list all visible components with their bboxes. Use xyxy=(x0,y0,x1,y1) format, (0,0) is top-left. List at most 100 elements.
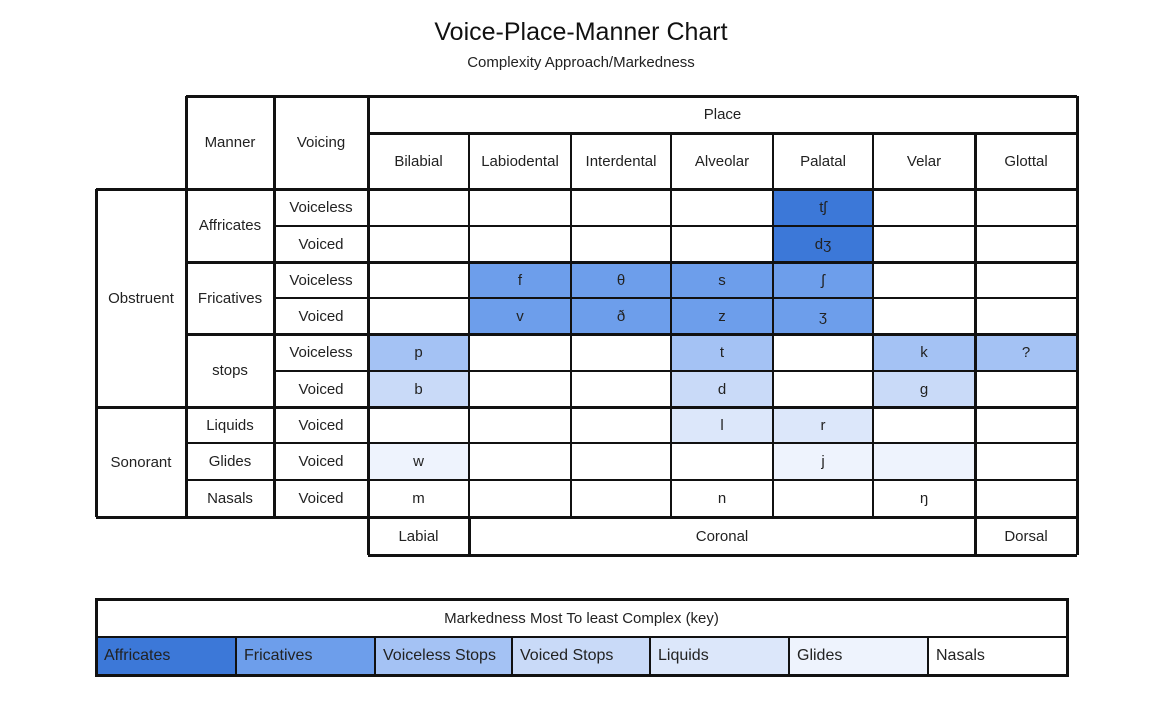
key-grid-line xyxy=(94,673,1069,677)
empty-cell xyxy=(368,226,469,262)
empty-cell xyxy=(368,407,469,443)
grid-line xyxy=(96,405,1077,409)
place-column-header: Labiodental xyxy=(481,152,559,170)
grid-line xyxy=(96,187,1077,191)
place-header: Place xyxy=(703,106,742,123)
key-item: Voiceless Stops xyxy=(375,637,512,675)
empty-cell xyxy=(873,407,975,443)
grid-line xyxy=(274,297,1077,299)
chart-title: Voice-Place-Manner Chart xyxy=(434,18,728,46)
empty-cell xyxy=(571,480,671,517)
phoneme-cell: t xyxy=(671,334,773,371)
empty-cell xyxy=(571,226,671,262)
phoneme-cell: θ xyxy=(571,262,671,298)
key-grid-line xyxy=(649,637,651,675)
key-grid-line xyxy=(511,637,513,675)
grid-line xyxy=(186,260,1077,264)
place-column-header: Velar xyxy=(906,152,942,170)
key-grid-line xyxy=(927,637,929,675)
empty-cell xyxy=(975,262,1077,298)
phoneme-cell: ʃ xyxy=(773,262,873,298)
empty-cell xyxy=(873,262,975,298)
grid-line xyxy=(186,442,1077,444)
key-title: Markedness Most To least Complex (key) xyxy=(444,609,719,627)
key-item: Voiced Stops xyxy=(512,637,650,675)
manner-label: Nasals xyxy=(207,490,253,507)
grid-line xyxy=(973,133,977,517)
manner-label: stops xyxy=(212,362,248,379)
grid-line xyxy=(186,94,1077,98)
place-column-header: Palatal xyxy=(800,152,846,170)
phoneme-cell: r xyxy=(773,407,873,443)
phoneme-cell: p xyxy=(368,334,469,371)
grid-line xyxy=(186,479,1077,481)
grid-line xyxy=(184,96,188,517)
empty-cell xyxy=(873,298,975,334)
phoneme-cell: d xyxy=(671,371,773,407)
empty-cell xyxy=(469,371,571,407)
empty-cell xyxy=(469,443,571,480)
grid-line xyxy=(272,96,276,517)
key-grid-line xyxy=(788,637,790,675)
phoneme-cell: g xyxy=(873,371,975,407)
place-column-header: Glottal xyxy=(1004,152,1048,170)
grid-line xyxy=(94,189,98,517)
empty-cell xyxy=(368,262,469,298)
empty-cell xyxy=(469,334,571,371)
grid-line xyxy=(973,517,977,555)
grid-line xyxy=(96,515,1077,519)
key-item: Affricates xyxy=(96,637,236,675)
place-group-label: Coronal xyxy=(695,527,749,545)
manner-label: Fricatives xyxy=(197,289,263,307)
grid-line xyxy=(274,370,1077,372)
key-grid-line xyxy=(374,637,376,675)
phoneme-cell: f xyxy=(469,262,571,298)
voicing-label: Voiced xyxy=(298,453,344,470)
empty-cell xyxy=(975,371,1077,407)
empty-cell xyxy=(571,371,671,407)
voicing-label: Voiceless xyxy=(289,199,353,216)
key-grid-line xyxy=(96,636,1067,638)
phoneme-cell: m xyxy=(412,490,425,507)
empty-cell xyxy=(975,480,1077,517)
empty-cell xyxy=(469,226,571,262)
manner-label: Affricates xyxy=(198,217,262,234)
voicing-label: Voiceless xyxy=(289,271,353,289)
key-item: Glides xyxy=(789,637,928,675)
grid-line xyxy=(468,133,470,517)
voicing-header: Voicing xyxy=(296,134,346,151)
voicing-label: Voiced xyxy=(298,235,344,253)
voicing-label: Voiced xyxy=(298,380,344,398)
key-grid-line xyxy=(94,597,1069,601)
phoneme-cell: z xyxy=(671,298,773,334)
place-group-label: Dorsal xyxy=(1004,527,1048,545)
manner-label: Liquids xyxy=(206,416,254,434)
key-grid-line xyxy=(235,637,237,675)
grid-line xyxy=(872,133,874,517)
manner-label: Glides xyxy=(208,453,252,470)
empty-cell xyxy=(671,189,773,226)
phoneme-cell: tʃ xyxy=(773,189,873,226)
group-label: Obstruent xyxy=(108,289,174,307)
empty-cell xyxy=(469,407,571,443)
grid-line xyxy=(368,553,1077,557)
voicing-label: Voiceless xyxy=(289,344,353,361)
grid-line xyxy=(366,96,370,555)
empty-cell xyxy=(873,189,975,226)
grid-line xyxy=(570,133,572,517)
phoneme-cell: n xyxy=(717,490,727,507)
empty-cell xyxy=(975,407,1077,443)
place-group-label: Labial xyxy=(398,527,439,545)
phoneme-cell: ? xyxy=(975,334,1077,371)
empty-cell xyxy=(469,189,571,226)
empty-cell xyxy=(571,407,671,443)
voicing-label: Voiced xyxy=(298,490,344,507)
place-column-header: Alveolar xyxy=(694,152,750,170)
key-item: Nasals xyxy=(928,637,1067,675)
phoneme-cell: l xyxy=(671,407,773,443)
phoneme-cell: b xyxy=(368,371,469,407)
empty-cell xyxy=(873,226,975,262)
empty-cell xyxy=(571,443,671,480)
empty-cell xyxy=(571,189,671,226)
grid-line xyxy=(368,131,1077,135)
